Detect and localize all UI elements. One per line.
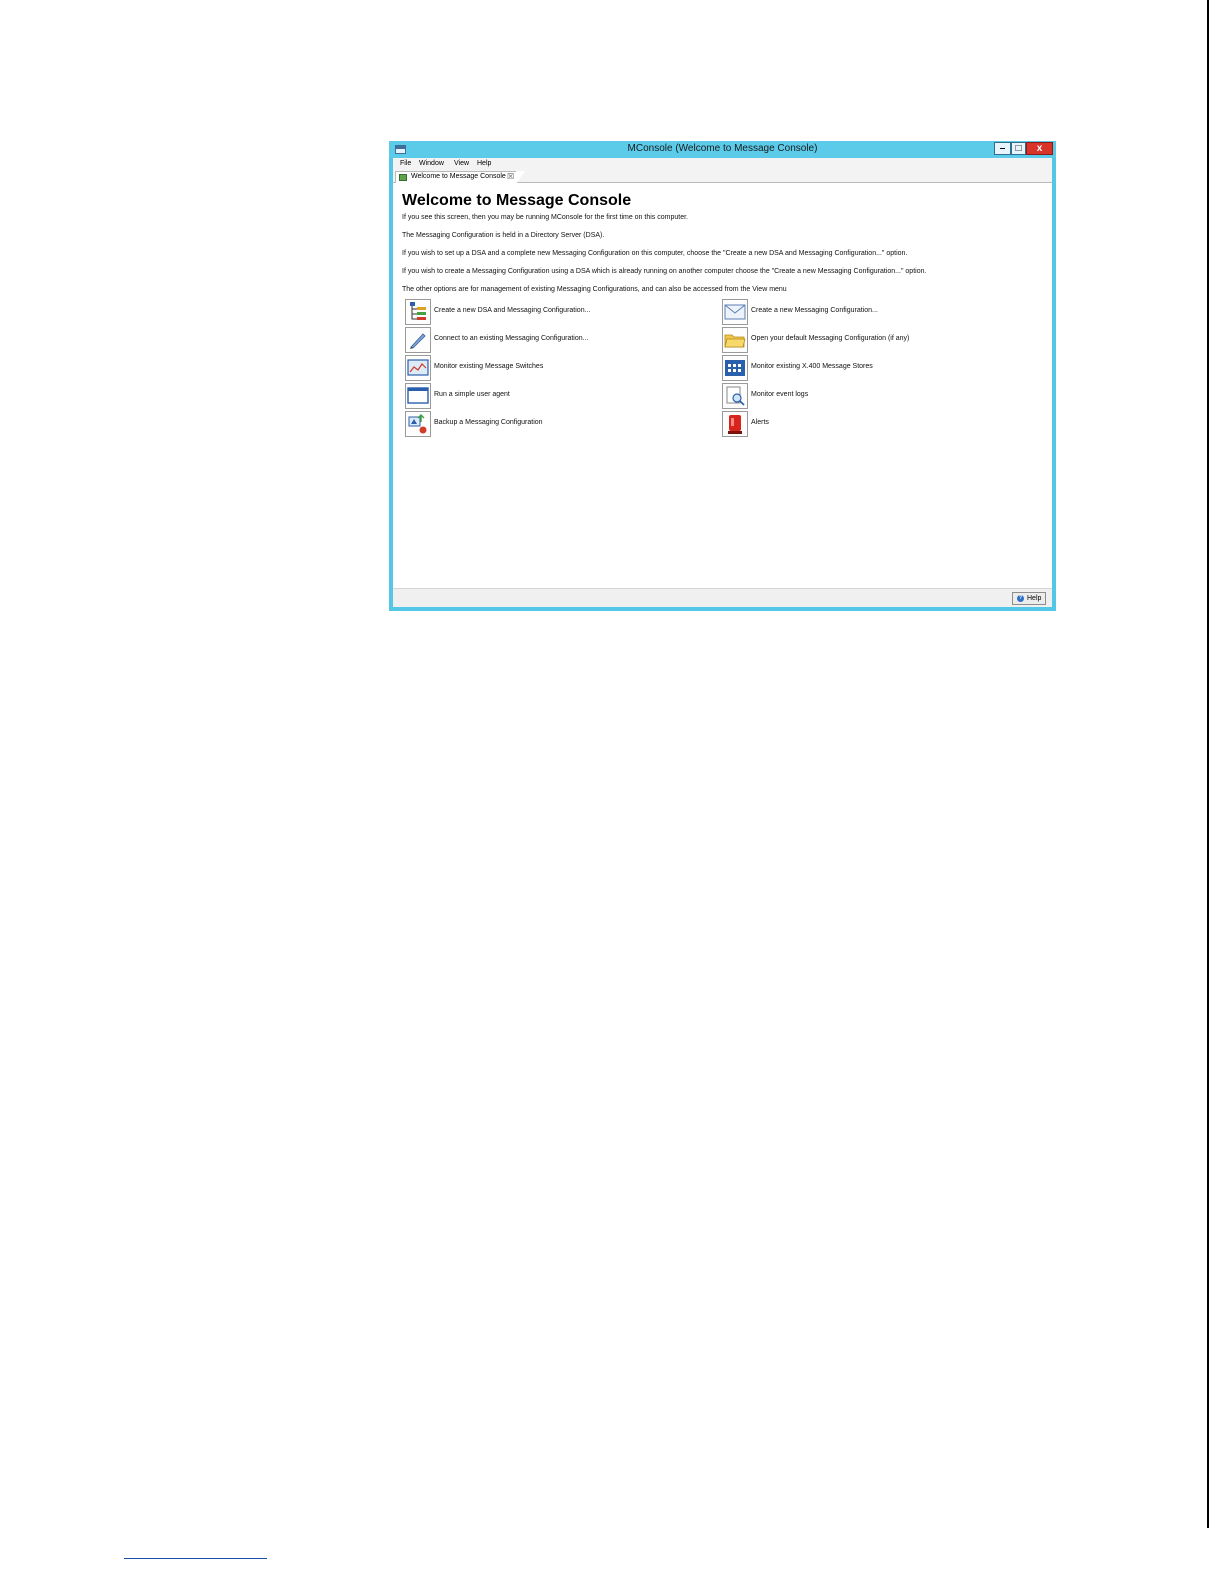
tab-bar: Welcome to Message Console ☒	[393, 170, 1052, 184]
tab-close-icon[interactable]: ☒	[507, 172, 514, 181]
footnote-rule	[124, 1558, 267, 1559]
dsa-paragraph: The Messaging Configuration is held in a…	[402, 232, 605, 239]
window-icon	[405, 383, 431, 409]
other-options-paragraph: The other options are for management of …	[402, 286, 787, 293]
log-search-icon	[722, 383, 748, 409]
dsa-tree-icon	[405, 299, 431, 325]
help-icon: ?	[1017, 595, 1024, 602]
mconsole-window: MConsole (Welcome to Message Console) – …	[389, 141, 1056, 611]
option-label: Create a new DSA and Messaging Configura…	[434, 307, 591, 314]
option-label: Open your default Messaging Configuratio…	[751, 335, 910, 342]
alert-siren-icon	[722, 411, 748, 437]
option-label: Run a simple user agent	[434, 391, 510, 398]
page-edge-rule	[1207, 0, 1209, 1528]
help-label: Help	[1027, 595, 1042, 602]
backup-icon	[405, 411, 431, 437]
option-label: Connect to an existing Messaging Configu…	[434, 335, 589, 342]
message-store-icon	[722, 355, 748, 381]
monitor-graph-icon	[405, 355, 431, 381]
menu-bar: File Window View Help	[393, 158, 1052, 170]
tab-welcome[interactable]: Welcome to Message Console ☒	[395, 171, 525, 184]
page-title: Welcome to Message Console	[402, 192, 632, 209]
window-title: MConsole (Welcome to Message Console)	[627, 143, 818, 154]
menu-window[interactable]: Window	[419, 160, 444, 167]
welcome-page: Welcome to Message Console If you see th…	[393, 183, 1052, 588]
connect-pen-icon	[405, 327, 431, 353]
menu-view[interactable]: View	[454, 160, 469, 167]
option-label: Monitor existing Message Switches	[434, 363, 544, 370]
option-label: Monitor existing X.400 Message Stores	[751, 363, 873, 370]
tab-welcome-label: Welcome to Message Console	[411, 173, 506, 180]
folder-icon	[722, 327, 748, 353]
close-button[interactable]: x	[1026, 142, 1053, 155]
status-bar: ? Help	[393, 588, 1052, 607]
option-label: Alerts	[751, 419, 769, 426]
minimize-button[interactable]: –	[994, 142, 1011, 155]
envelope-icon	[722, 299, 748, 325]
help-button[interactable]: ? Help	[1012, 592, 1046, 605]
option-label: Create a new Messaging Configuration...	[751, 307, 878, 314]
menu-help[interactable]: Help	[477, 160, 491, 167]
intro-paragraph: If you see this screen, then you may be …	[402, 214, 688, 221]
remote-paragraph: If you wish to create a Messaging Config…	[402, 268, 927, 275]
setup-paragraph: If you wish to set up a DSA and a comple…	[402, 250, 908, 257]
title-bar[interactable]: MConsole (Welcome to Message Console) – …	[389, 141, 1056, 158]
menu-file[interactable]: File	[400, 160, 411, 167]
maximize-button[interactable]: □	[1011, 142, 1026, 155]
option-label: Monitor event logs	[751, 391, 809, 398]
welcome-tab-icon	[399, 174, 407, 181]
option-label: Backup a Messaging Configuration	[434, 419, 543, 426]
